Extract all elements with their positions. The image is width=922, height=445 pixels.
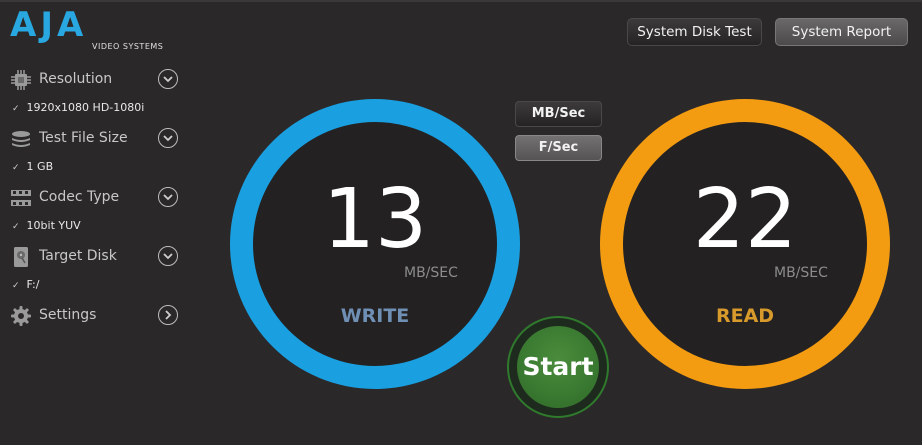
codec-type-label: Codec Type: [39, 189, 120, 205]
check-icon: ✓: [12, 163, 20, 173]
target-disk-expand-button[interactable]: [158, 246, 178, 266]
chip-icon: [10, 69, 32, 91]
chevron-right-icon: [165, 310, 172, 320]
codec-type-value-row: ✓ 10bit YUV: [12, 219, 81, 232]
hard-disk-icon: [10, 246, 32, 268]
chevron-down-icon: [163, 253, 173, 260]
test-file-size-expand-button[interactable]: [158, 128, 178, 148]
read-speed-value: 22: [692, 172, 798, 267]
mb-sec-button[interactable]: MB/Sec: [515, 101, 602, 127]
chevron-down-icon: [163, 194, 173, 201]
codec-type-value: 10bit YUV: [26, 219, 81, 232]
sidebar-item-target-disk[interactable]: Target Disk: [10, 244, 182, 270]
chevron-down-icon: [163, 135, 173, 142]
write-label: WRITE: [340, 305, 410, 327]
resolution-value: 1920x1080 HD-1080i: [26, 101, 145, 114]
settings-label: Settings: [39, 307, 97, 323]
codec-type-expand-button[interactable]: [158, 187, 178, 207]
film-strip-icon: [10, 187, 32, 209]
start-button-ring: Start: [507, 316, 609, 418]
logo-subtitle: VIDEO SYSTEMS: [92, 42, 164, 51]
resolution-expand-button[interactable]: [158, 69, 178, 89]
write-speed-value: 13: [322, 172, 428, 267]
settings-open-button[interactable]: [158, 305, 178, 325]
logo-text: AJA: [10, 5, 88, 45]
target-disk-label: Target Disk: [39, 248, 117, 264]
target-disk-value: F:/: [26, 278, 40, 291]
read-speed-unit: MB/SEC: [774, 265, 828, 281]
test-file-size-value: 1 GB: [26, 160, 54, 173]
system-report-button[interactable]: System Report: [775, 18, 908, 46]
aja-logo: AJA VIDEO SYSTEMS: [10, 5, 164, 52]
chevron-down-icon: [163, 76, 173, 83]
target-disk-value-row: ✓ F:/: [12, 278, 39, 291]
resolution-label: Resolution: [39, 71, 113, 87]
read-gauge: 22 MB/SEC READ: [600, 99, 890, 389]
test-file-size-value-row: ✓ 1 GB: [12, 160, 53, 173]
start-button[interactable]: Start: [517, 326, 599, 408]
layers-icon: [10, 128, 32, 150]
gear-icon: [10, 305, 32, 327]
sidebar-item-test-file-size[interactable]: Test File Size: [10, 126, 182, 152]
system-disk-test-button[interactable]: System Disk Test: [627, 18, 762, 46]
write-speed-unit: MB/SEC: [404, 265, 458, 281]
check-icon: ✓: [12, 222, 20, 232]
f-sec-button[interactable]: F/Sec: [515, 135, 602, 161]
sidebar-item-codec-type[interactable]: Codec Type: [10, 185, 182, 211]
read-label: READ: [715, 305, 775, 327]
sidebar-item-resolution[interactable]: Resolution: [10, 67, 182, 93]
test-file-size-label: Test File Size: [39, 130, 128, 146]
check-icon: ✓: [12, 281, 20, 291]
top-border: [0, 0, 922, 2]
sidebar-item-settings[interactable]: Settings: [10, 303, 182, 329]
resolution-value-row: ✓ 1920x1080 HD-1080i: [12, 101, 144, 114]
check-icon: ✓: [12, 104, 20, 114]
write-gauge: 13 MB/SEC WRITE: [230, 99, 520, 389]
